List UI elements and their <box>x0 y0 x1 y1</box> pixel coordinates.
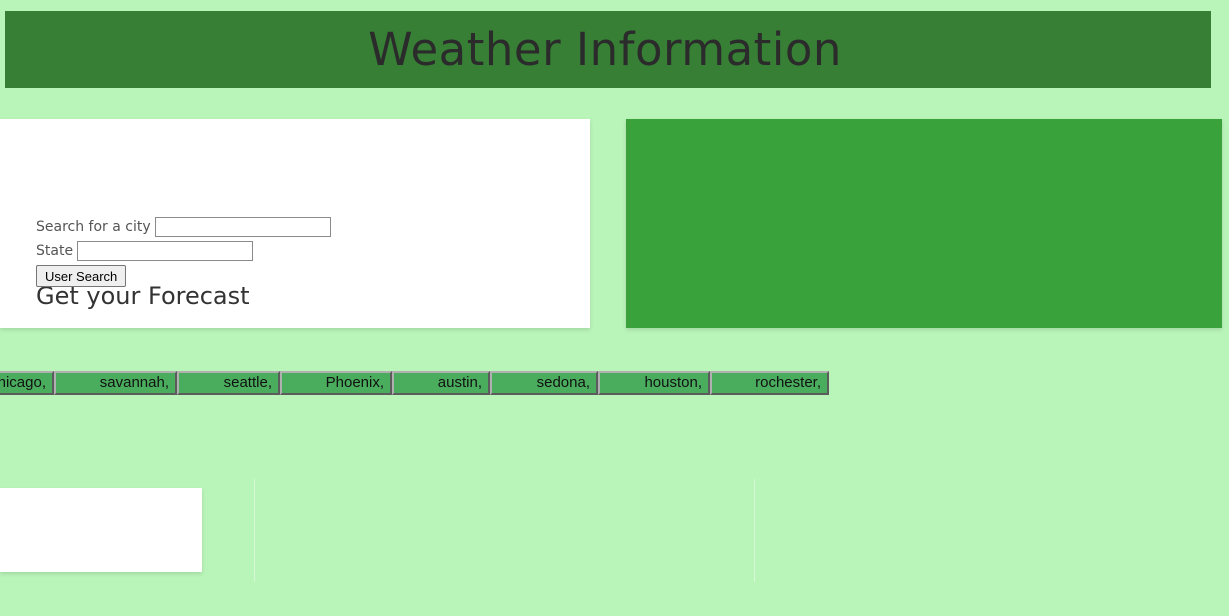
current-weather-panel <box>626 119 1222 328</box>
state-input[interactable] <box>77 241 254 261</box>
city-search-row: Search for a city <box>36 217 331 237</box>
city-search-label: Search for a city <box>36 219 151 235</box>
history-city-button[interactable]: sedona, <box>490 371 598 395</box>
weather-dashboard-page: Weather Information Get your Forecast Se… <box>0 0 1229 616</box>
state-label: State <box>36 243 74 259</box>
column-divider <box>754 479 755 582</box>
history-city-button[interactable]: houston, <box>598 371 710 395</box>
page-header: Weather Information <box>5 11 1211 88</box>
search-history-bar: chicago, savannah, seattle, Phoenix, aus… <box>0 371 829 395</box>
city-search-input[interactable] <box>154 217 331 237</box>
forecast-card <box>0 488 202 572</box>
history-city-button[interactable]: savannah, <box>54 371 177 395</box>
user-search-button[interactable]: User Search <box>36 265 127 287</box>
history-city-button[interactable]: chicago, <box>0 371 54 395</box>
history-city-button[interactable]: austin, <box>392 371 490 395</box>
search-card: Get your Forecast Search for a city Stat… <box>0 119 590 328</box>
history-city-button[interactable]: Phoenix, <box>280 371 392 395</box>
history-city-button[interactable]: rochester, <box>710 371 829 395</box>
state-row: State <box>36 241 254 261</box>
column-divider <box>254 479 255 582</box>
page-title: Weather Information <box>368 23 842 76</box>
history-city-button[interactable]: seattle, <box>177 371 280 395</box>
